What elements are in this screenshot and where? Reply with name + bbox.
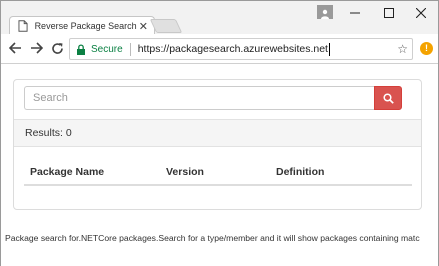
column-header-version[interactable]: Version [166,166,204,178]
results-bar: Results: 0 [14,119,421,147]
search-area [14,80,421,120]
profile-icon[interactable] [317,5,333,19]
forward-arrow-icon[interactable] [28,40,44,56]
title-bar: Reverse Package Search ✕ [1,1,438,35]
search-button[interactable] [374,86,402,110]
tab-close-icon[interactable]: ✕ [137,20,150,33]
results-table-header: Package Name Version Definition [24,162,412,186]
maximize-icon[interactable] [381,5,397,21]
page-content: Results: 0 Package Name Version Definiti… [1,65,438,266]
minimize-icon[interactable] [347,5,363,21]
results-count: Results: 0 [25,127,72,139]
star-icon[interactable]: ☆ [397,42,408,56]
text-caret [328,42,330,56]
secure-label: Secure [91,43,123,55]
url-text[interactable]: https://packagesearch.azurewebsites.net [138,43,328,55]
address-bar[interactable]: Secure https://packagesearch.azurewebsit… [69,38,413,60]
browser-window: Reverse Package Search ✕ Secure https://… [0,0,439,266]
reload-icon[interactable] [49,40,65,56]
tab-title: Reverse Package Search [34,21,137,31]
new-tab-icon[interactable] [149,19,183,33]
close-icon[interactable] [413,5,429,21]
page-icon [18,20,28,32]
column-header-package-name[interactable]: Package Name [30,166,104,178]
alert-icon[interactable]: ! [420,42,433,55]
search-panel: Results: 0 Package Name Version Definiti… [13,79,422,210]
tab-reverse-package-search[interactable]: Reverse Package Search ✕ [9,16,155,35]
browser-toolbar: Secure https://packagesearch.azurewebsit… [1,34,438,64]
back-arrow-icon[interactable] [7,40,23,56]
page-description: Package search for.NETCore packages.Sear… [5,233,420,243]
omnibox-divider [129,42,131,56]
column-header-definition[interactable]: Definition [276,166,324,178]
lock-icon [77,43,85,55]
search-input[interactable] [24,86,374,110]
search-icon [382,92,394,104]
